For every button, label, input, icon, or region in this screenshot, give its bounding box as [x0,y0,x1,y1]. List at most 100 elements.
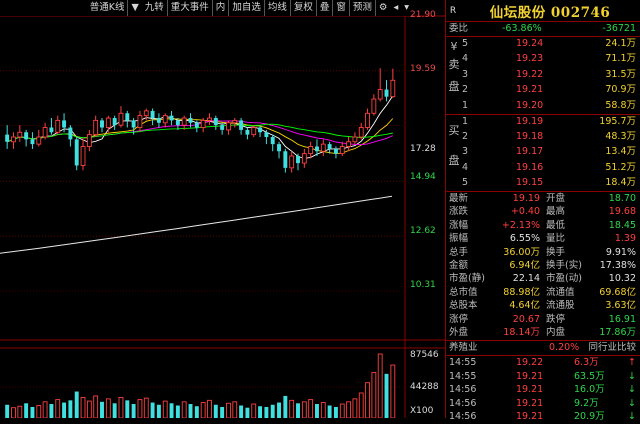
sell-price: 19.24 [516,38,544,49]
candle-body [270,137,275,145]
volume-bar [112,403,117,418]
stat-value: 1.39 [614,233,636,245]
stat-label: 换手 [546,246,566,258]
sector-compare-link[interactable]: 同行业比较 [588,341,636,355]
sell-level-num: 1 [462,99,469,111]
volume-bar [162,400,168,418]
volume-bar [125,400,130,418]
stat-row[interactable]: 总股本 4.64亿 流通股 3.63亿 [446,299,640,313]
stat-row[interactable]: 金额 6.94亿 换手(实) 17.38% [446,259,640,273]
stat-value: 17.86万 [599,327,636,338]
toolbar-forecast[interactable]: 预测 [350,0,376,16]
sell-level-row[interactable]: 3 19.22 31.5万 [446,68,640,82]
stat-row[interactable]: 涨跌 +0.40 最高 19.68 [446,205,640,219]
volume-bar [118,396,124,418]
tick-row[interactable]: 14:56 19.21 16.0万 ↓ [446,383,640,397]
sector-row[interactable]: 养殖业 0.20% 同行业比较 [446,341,640,355]
volume-bar [245,407,250,418]
stat-value: 19.68 [608,206,636,218]
candle-body [245,129,250,135]
stat-row[interactable]: 最新 19.19 开盘 18.70 [446,192,640,206]
price-axis-label: 14.94 [410,172,436,182]
tick-row[interactable]: 14:56 19.21 20.9万 ↓ [446,410,640,424]
volume-bar [49,404,54,418]
tick-time: 14:56 [449,411,477,423]
tick-volume: 9.2万 [574,397,599,409]
arrow-left-icon[interactable]: ◂ [390,0,401,16]
toolbar-nine-turn[interactable]: 九转 [142,0,168,16]
volume-axis-label: 44288 [410,382,439,392]
candle-body [377,89,383,100]
candle-body [352,136,358,143]
sell-level-row[interactable]: 5 19.24 24.1万 [446,37,640,51]
toolbar-overlay[interactable]: 叠 [317,0,334,16]
buy-level-row[interactable]: 2 19.18 48.3万 [446,130,640,144]
volume-bar [213,404,218,418]
buy-volume: 195.7万 [599,116,636,127]
toolbar-major-events[interactable]: 重大事件 [168,0,213,16]
buy-level-row[interactable]: 1 19.19 195.7万 [446,115,640,129]
candle-body [371,98,377,114]
candle-body [333,148,338,154]
sell-volume: 58.8万 [605,99,636,111]
volume-bar [239,405,244,418]
volume-bar [207,399,212,418]
stat-row[interactable]: 涨停 20.67 跌停 16.91 [446,313,640,327]
kline-chart[interactable] [0,0,445,418]
stat-row[interactable]: 市盈(静) 22.14 市盈(动) 10.32 [446,272,640,286]
candle-body [188,118,193,123]
tick-row[interactable]: 14:55 19.22 6.3万 ↑ [446,356,640,370]
stat-label: 外盘 [449,327,469,338]
volume-bar [283,395,288,418]
candle-body [86,134,92,147]
volume-bar [181,401,187,418]
buy-price: 19.17 [516,146,544,158]
volume-bar [277,402,281,418]
r-badge[interactable]: R [446,6,460,16]
volume-bar [226,402,231,418]
toolbar-normal-kline[interactable]: 普通K线 [87,0,129,16]
candle-body [346,141,351,147]
toolbar-ma[interactable]: 均线 [265,0,291,16]
toolbar-dropdown-icon[interactable]: ▼ [128,0,141,16]
volume-bar [74,391,79,418]
volume-axis-unit: X100 [410,406,434,416]
toolbar-adjust[interactable]: 复权 [291,0,317,16]
toolbar-window[interactable]: 窗 [333,0,350,16]
candle-body [143,110,149,117]
kline-chart-area[interactable]: 普通K线 ▼ 九转 重大事件 内 加自选 均线 复权 叠 窗 预测 ⚙ ◂ ▾ … [0,0,445,418]
stat-row[interactable]: 外盘 18.14万 内盘 17.86万 [446,326,640,340]
toolbar-inner[interactable]: 内 [213,0,230,16]
stat-value: 16.91 [608,313,636,325]
candle-body [339,146,345,155]
sector-name[interactable]: 养殖业 [449,341,478,355]
tick-row[interactable]: 14:55 19.21 63.5万 ↓ [446,370,640,384]
volume-bar [11,407,16,418]
price-axis-label: 19.59 [410,64,436,74]
quote-panel: R 仙坛股份 002746 委比 -63.86% -36721 ¥ 卖 盘 51… [445,0,640,422]
sell-level-row[interactable]: 4 19.23 71.1万 [446,52,640,66]
tick-row[interactable]: 14:56 19.21 9.2万 ↓ [446,397,640,411]
stat-value: +0.40 [510,206,540,218]
price-axis-label: 21.90 [410,10,436,20]
toolbar-add-watchlist[interactable]: 加自选 [229,0,265,16]
candle-body [17,131,23,138]
sell-level-num: 4 [462,53,469,65]
tick-direction: ↓ [628,411,636,423]
sell-volume: 70.9万 [605,84,636,96]
stat-row[interactable]: 涨幅 +2.13% 最低 18.45 [446,219,640,233]
candle-body [258,127,263,133]
gear-icon[interactable]: ⚙ [376,0,391,16]
stat-row[interactable]: 总手 36.00万 换手 9.91% [446,246,640,260]
buy-level-row[interactable]: 5 19.15 18.4万 [446,176,640,190]
sell-level-row[interactable]: 1 19.20 58.8万 [446,99,640,113]
sell-level-row[interactable]: 2 19.21 70.9万 [446,83,640,97]
stat-value: 22.14 [512,273,540,285]
stat-row[interactable]: 振幅 6.55% 量比 1.39 [446,232,640,246]
volume-bar [270,404,275,418]
stat-label: 开盘 [546,193,566,204]
stat-row[interactable]: 总市值 88.98亿 流通值 69.68亿 [446,286,640,300]
volume-bar [232,401,238,418]
buy-level-row[interactable]: 4 19.16 51.2万 [446,161,640,175]
buy-level-row[interactable]: 3 19.17 13.4万 [446,145,640,159]
